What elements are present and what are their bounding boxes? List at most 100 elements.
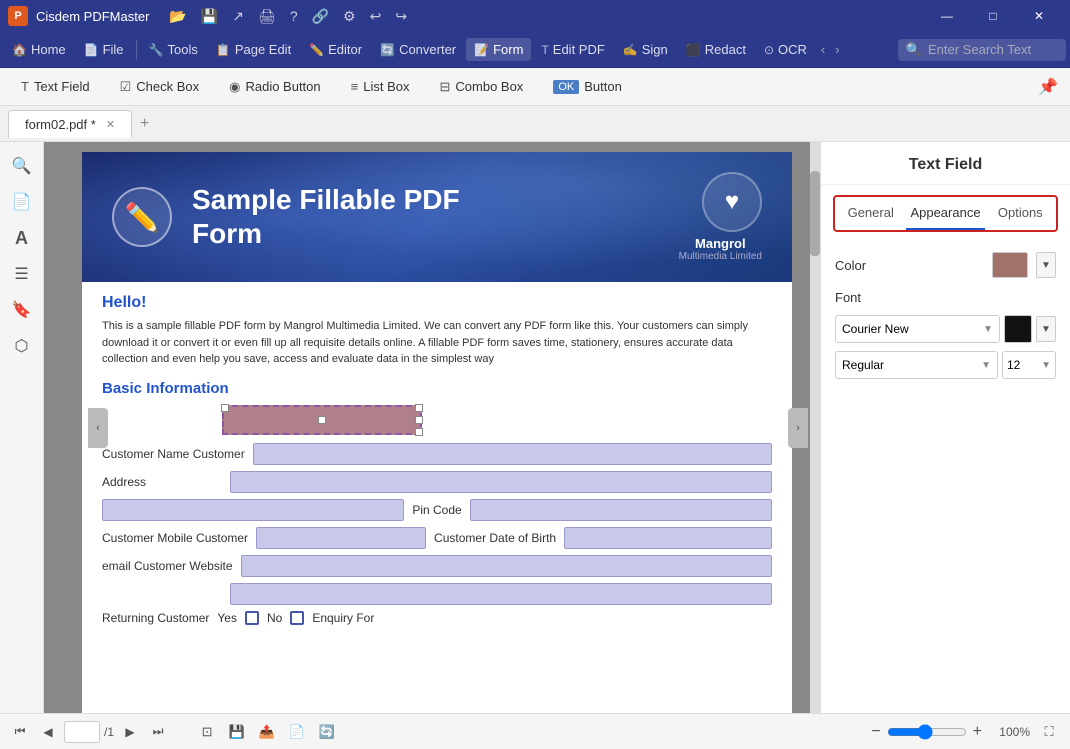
link-icon[interactable]: 🔗 (308, 6, 333, 27)
menu-page-edit[interactable]: 📋 Page Edit (208, 38, 299, 61)
sidebar-text[interactable]: A (6, 222, 38, 254)
resize-handle-mr[interactable] (415, 416, 423, 424)
pin-button[interactable]: 📌 (1034, 73, 1062, 101)
converter-icon: 🔄 (380, 43, 395, 57)
extra-field[interactable] (230, 583, 772, 605)
menu-converter[interactable]: 🔄 Converter (372, 38, 464, 61)
help-icon[interactable]: ? (286, 6, 302, 26)
open-icon[interactable]: 📂 (165, 6, 190, 27)
address2-field[interactable] (102, 499, 404, 521)
search-box[interactable]: 🔍 (898, 39, 1066, 61)
share-icon[interactable]: ↗ (228, 6, 248, 27)
menu-file[interactable]: 📄 File (76, 38, 132, 61)
minimize-button[interactable]: — (924, 0, 970, 32)
pdf-nav-right-arrow[interactable]: › (788, 408, 808, 448)
pdf-scrollbar[interactable] (810, 142, 820, 713)
menu-edit-pdf[interactable]: T Edit PDF (533, 38, 612, 61)
selected-field[interactable] (222, 405, 422, 435)
resize-handle-tr[interactable] (415, 404, 423, 412)
sidebar-pages[interactable]: 📄 (6, 186, 38, 218)
resize-handle-mm[interactable] (318, 416, 326, 424)
text-field-button[interactable]: T Text Field (8, 74, 103, 99)
resize-handle-tl[interactable] (221, 404, 229, 412)
color-row: Color ▼ (835, 252, 1056, 278)
sidebar-list[interactable]: ☰ (6, 258, 38, 290)
nav-next-button[interactable]: ▶ (118, 720, 142, 744)
combo-box-button[interactable]: ⊟ Combo Box (426, 74, 536, 100)
pdf-nav-left-arrow[interactable]: ‹ (88, 408, 108, 448)
returning-label: Returning Customer (102, 611, 209, 625)
undo-icon[interactable]: ↩ (366, 6, 386, 27)
close-button[interactable]: ✕ (1016, 0, 1062, 32)
panel-tab-general[interactable]: General (835, 197, 906, 230)
nav-prev-button[interactable]: ◀ (36, 720, 60, 744)
font-size-select[interactable]: 12 ▼ (1002, 351, 1056, 379)
font-color-swatch[interactable] (1004, 315, 1032, 343)
customer-name-field[interactable] (253, 443, 772, 465)
nav-last-button[interactable]: ⏭ (146, 720, 170, 744)
pdf-description: This is a sample fillable PDF form by Ma… (102, 318, 772, 368)
nav-back-icon[interactable]: ‹ (821, 42, 825, 57)
color-dropdown-arrow[interactable]: ▼ (1036, 252, 1056, 278)
no-checkbox[interactable] (290, 611, 304, 625)
page-total: /1 (104, 725, 114, 739)
email-label: email Customer Website (102, 559, 233, 573)
menu-redact[interactable]: ⬛ Redact (678, 38, 754, 61)
panel-tab-appearance[interactable]: Appearance (906, 197, 984, 230)
sidebar-stamp[interactable]: ⬡ (6, 330, 38, 362)
pdf-brand-name: Mangrol (679, 236, 762, 251)
color-swatch[interactable] (992, 252, 1028, 278)
mobile-field[interactable] (256, 527, 426, 549)
dob-field[interactable] (564, 527, 772, 549)
resize-handle-br[interactable] (415, 428, 423, 436)
menu-editor[interactable]: ✏️ Editor (301, 38, 370, 61)
tab-bar: form02.pdf * ✕ + (0, 106, 1070, 142)
redo-icon[interactable]: ↪ (391, 6, 411, 27)
check-box-button[interactable]: ☑ Check Box (107, 74, 213, 100)
address-field[interactable] (230, 471, 772, 493)
settings-icon[interactable]: ⚙ (339, 6, 360, 27)
font-family-select[interactable]: Courier New ▼ (835, 315, 1000, 343)
font-color-dropdown-arrow[interactable]: ▼ (1036, 316, 1056, 342)
fullscreen-icon[interactable]: ⛶ (1036, 719, 1062, 745)
radio-button-button[interactable]: ◉ Radio Button (216, 74, 334, 100)
save-bottom-icon[interactable]: 💾 (224, 719, 250, 745)
zoom-in-button[interactable]: + (973, 723, 982, 741)
tab-close-icon[interactable]: ✕ (106, 118, 115, 131)
pincode-field[interactable] (470, 499, 772, 521)
nav-first-button[interactable]: ⏮ (8, 720, 32, 744)
pdf-scrollbar-thumb[interactable] (810, 171, 820, 257)
rotate-icon[interactable]: 🔄 (314, 719, 340, 745)
menu-ocr[interactable]: ⊙ OCR (756, 38, 815, 61)
pdf-page: ✏️ Sample Fillable PDF Form ♥ Mangrol (82, 152, 792, 713)
maximize-button[interactable]: □ (970, 0, 1016, 32)
button-button[interactable]: OK Button (540, 74, 635, 99)
zoom-out-button[interactable]: − (871, 723, 880, 741)
page-number-input[interactable]: 1 (64, 721, 100, 743)
font-style-select[interactable]: Regular ▼ (835, 351, 998, 379)
tab-form02[interactable]: form02.pdf * ✕ (8, 110, 132, 138)
print-icon[interactable]: 🖨 (254, 6, 280, 27)
view-mode-icon[interactable]: 📄 (284, 719, 310, 745)
fit-page-icon[interactable]: ⊡ (194, 719, 220, 745)
menu-tools[interactable]: 🔧 Tools (141, 38, 206, 61)
list-box-button[interactable]: ≡ List Box (338, 74, 423, 99)
yes-checkbox[interactable] (245, 611, 259, 625)
font-style-row: Regular ▼ 12 ▼ (835, 351, 1056, 379)
menu-home[interactable]: 🏠 Home (4, 38, 74, 61)
save-icon[interactable]: 💾 (197, 6, 222, 27)
menu-form[interactable]: 📝 Form (466, 38, 531, 61)
list-box-label: List Box (363, 79, 409, 94)
zoom-slider[interactable] (887, 724, 967, 740)
email-field[interactable] (241, 555, 773, 577)
nav-forward-icon[interactable]: › (835, 42, 839, 57)
tab-add-button[interactable]: + (132, 111, 157, 137)
sidebar-bookmark[interactable]: 🔖 (6, 294, 38, 326)
extract-icon[interactable]: 📤 (254, 719, 280, 745)
sidebar-search[interactable]: 🔍 (6, 150, 38, 182)
menu-sign[interactable]: ✍️ Sign (615, 38, 676, 61)
menu-sign-label: Sign (642, 42, 668, 57)
search-input[interactable] (928, 42, 1058, 57)
panel-tab-options[interactable]: Options (985, 197, 1056, 230)
form-field-selected-row (102, 405, 772, 435)
